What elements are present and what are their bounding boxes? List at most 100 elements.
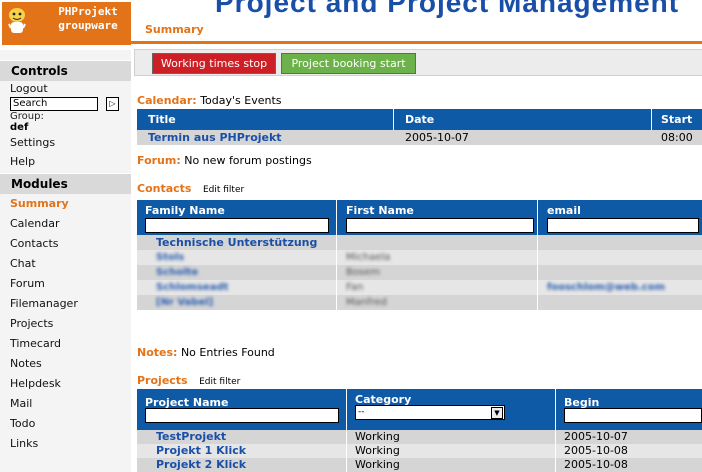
col-divider <box>336 295 337 310</box>
sidebar-item-summary[interactable]: Summary <box>0 194 131 214</box>
contact-first: Michaela <box>346 252 391 263</box>
sidebar-item-notes[interactable]: Notes <box>0 354 131 374</box>
projects-table: Project Name Category Begin -- ▼ TestPro… <box>137 389 702 472</box>
contact-row[interactable]: Stols Michaela <box>137 250 702 265</box>
col-divider <box>555 389 556 430</box>
main-content: Working times stop Project booking start… <box>131 44 702 472</box>
notes-label[interactable]: Notes: <box>137 346 177 359</box>
calendar-label[interactable]: Calendar: <box>137 94 197 107</box>
projects-heading: Projects Edit filter <box>137 374 240 387</box>
search-row: Search ▷ <box>0 97 131 111</box>
col-family-name[interactable]: Family Name <box>145 204 225 217</box>
email-filter[interactable] <box>547 218 699 233</box>
first-name-filter[interactable] <box>346 218 534 233</box>
contact-family[interactable]: Stols <box>156 250 184 265</box>
logo[interactable]: PHProjekt groupware <box>0 0 131 50</box>
col-divider <box>393 109 394 130</box>
contact-row[interactable]: Schlomseadt Fan fooschlom@web.com <box>137 280 702 295</box>
help-link[interactable]: Help <box>0 152 131 171</box>
calendar-table: Title Date Start Termin aus PHProjekt 20… <box>137 109 702 145</box>
col-divider <box>537 250 538 265</box>
sidebar-item-mail[interactable]: Mail <box>0 394 131 414</box>
family-name-filter[interactable] <box>145 218 329 233</box>
project-name-filter[interactable] <box>145 408 339 423</box>
contact-family[interactable]: Schlomseadt <box>156 280 228 295</box>
search-go-button[interactable]: ▷ <box>106 97 119 111</box>
logo-line2: groupware <box>58 19 118 32</box>
mascot-icon <box>8 8 26 33</box>
sidebar-item-helpdesk[interactable]: Helpdesk <box>0 374 131 394</box>
col-divider <box>537 235 538 250</box>
project-name[interactable]: TestProjekt <box>156 430 226 444</box>
logout-link[interactable]: Logout <box>0 81 131 97</box>
calendar-heading: Calendar: Today's Events <box>137 94 282 107</box>
col-divider <box>336 280 337 295</box>
sidebar-item-filemanager[interactable]: Filemanager <box>0 294 131 314</box>
projects-label[interactable]: Projects <box>137 374 188 387</box>
category-filter-select[interactable]: -- ▼ <box>355 405 505 420</box>
tab-summary[interactable]: Summary <box>145 23 204 36</box>
contact-row[interactable]: [Nr Vabel] Manfred <box>137 295 702 310</box>
sidebar-item-contacts[interactable]: Contacts <box>0 234 131 254</box>
col-divider <box>336 250 337 265</box>
forum-label[interactable]: Forum: <box>137 154 181 167</box>
category-filter-value: -- <box>358 407 365 417</box>
search-input[interactable]: Search <box>10 97 98 111</box>
project-row[interactable]: TestProjekt Working 2005-10-07 <box>137 430 702 444</box>
notes-status: Notes: No Entries Found <box>137 346 275 359</box>
col-date[interactable]: Date <box>405 113 434 126</box>
col-divider <box>537 265 538 280</box>
modules-heading: Modules <box>0 173 131 194</box>
contact-first: Fan <box>346 282 364 293</box>
col-first-name[interactable]: First Name <box>346 204 414 217</box>
contact-row[interactable]: Technische Unterstützung <box>137 235 702 250</box>
contact-first: Bosem <box>346 267 381 278</box>
contact-family[interactable]: [Nr Vabel] <box>156 295 213 310</box>
projects-edit-filter-link[interactable]: Edit filter <box>199 377 240 387</box>
project-booking-start-button[interactable]: Project booking start <box>281 53 416 74</box>
sidebar-item-forum[interactable]: Forum <box>0 274 131 294</box>
project-row[interactable]: Projekt 2 Klick Working 2005-10-08 <box>137 458 702 472</box>
contact-row[interactable]: Scholte Bosem <box>137 265 702 280</box>
col-divider <box>346 444 347 458</box>
project-category: Working <box>355 458 400 471</box>
contact-first: Manfred <box>346 297 388 308</box>
contacts-table: Family Name First Name email Technische … <box>137 200 702 310</box>
tab-bar: Summary <box>131 15 702 41</box>
project-row[interactable]: Projekt 1 Klick Working 2005-10-08 <box>137 444 702 458</box>
sidebar-item-projects[interactable]: Projects <box>0 314 131 334</box>
col-divider <box>555 430 556 444</box>
col-divider <box>537 200 538 235</box>
sidebar-item-chat[interactable]: Chat <box>0 254 131 274</box>
col-title[interactable]: Title <box>148 113 176 126</box>
calendar-row[interactable]: Termin aus PHProjekt 2005-10-07 08:00 <box>137 130 702 145</box>
sidebar-item-timecard[interactable]: Timecard <box>0 334 131 354</box>
project-begin: 2005-10-07 <box>564 430 628 443</box>
begin-filter[interactable] <box>564 408 702 423</box>
sidebar-item-todo[interactable]: Todo <box>0 414 131 434</box>
col-divider <box>336 200 337 235</box>
contact-family[interactable]: Technische Unterstützung <box>156 235 317 250</box>
sidebar-item-calendar[interactable]: Calendar <box>0 214 131 234</box>
contact-email: fooschlom@web.com <box>547 282 666 293</box>
col-email[interactable]: email <box>547 204 581 217</box>
settings-link[interactable]: Settings <box>0 133 131 152</box>
dropdown-arrow-icon[interactable]: ▼ <box>491 407 503 419</box>
contact-family[interactable]: Scholte <box>156 265 198 280</box>
col-divider <box>651 109 652 130</box>
contacts-label[interactable]: Contacts <box>137 182 191 195</box>
sidebar-item-links[interactable]: Links <box>0 434 131 454</box>
col-divider <box>555 458 556 472</box>
controls-heading: Controls <box>0 60 131 81</box>
working-times-stop-button[interactable]: Working times stop <box>152 53 276 74</box>
group-select[interactable]: def <box>0 122 131 133</box>
forum-status: Forum: No new forum postings <box>137 154 312 167</box>
contacts-edit-filter-link[interactable]: Edit filter <box>203 185 244 195</box>
projects-rows: TestProjekt Working 2005-10-07 Projekt 1 Kl… <box>137 430 702 472</box>
col-start[interactable]: Start <box>661 113 692 126</box>
col-divider <box>336 265 337 280</box>
project-name[interactable]: Projekt 1 Klick <box>156 444 246 458</box>
project-begin: 2005-10-08 <box>564 444 628 457</box>
event-title-link[interactable]: Termin aus PHProjekt <box>148 130 282 145</box>
project-name[interactable]: Projekt 2 Klick <box>156 458 246 472</box>
